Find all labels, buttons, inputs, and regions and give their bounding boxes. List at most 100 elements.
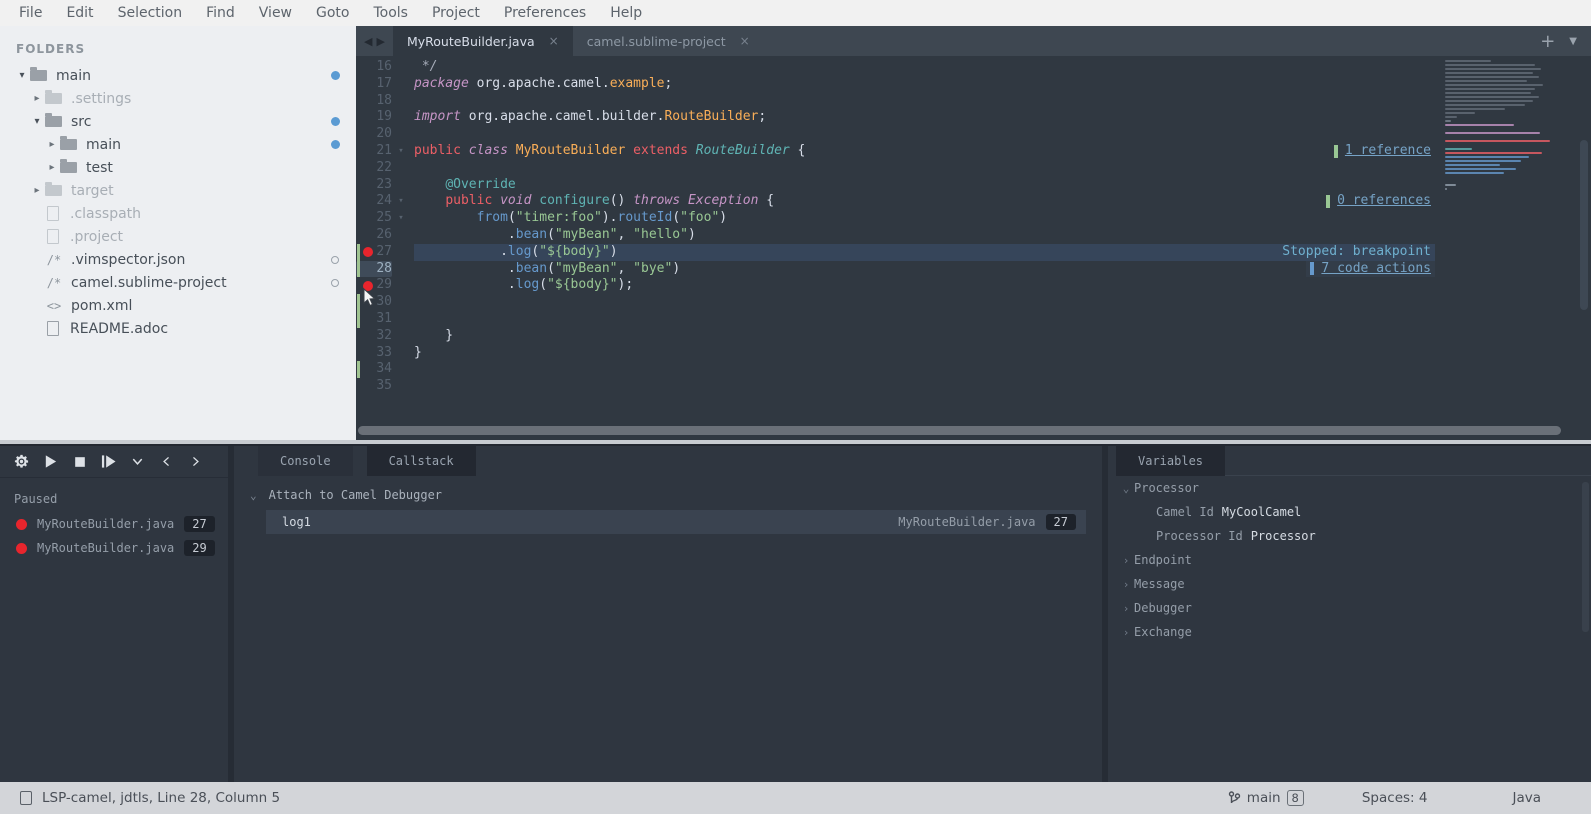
gutter-line-18[interactable]: 18 — [356, 93, 414, 110]
tab-overflow-icon[interactable]: ▼ — [1569, 36, 1577, 47]
fold-arrow-icon[interactable]: ▾ — [392, 193, 410, 210]
annotation-ref[interactable]: 1 reference — [1330, 143, 1435, 160]
fold-arrow-icon[interactable]: ▾ — [392, 210, 410, 227]
code-line-text[interactable]: import org.apache.camel.builder.RouteBui… — [414, 109, 1435, 126]
expand-icon[interactable]: ▸ — [29, 185, 45, 196]
indentation-status[interactable]: Spaces: 4 — [1362, 790, 1428, 806]
sidebar-item--project[interactable]: .project — [0, 225, 356, 248]
sidebar-item-main[interactable]: ▾main — [0, 64, 356, 87]
menu-find[interactable]: Find — [195, 3, 246, 23]
gear-icon[interactable] — [12, 452, 31, 471]
menu-edit[interactable]: Edit — [55, 3, 104, 23]
gutter-line-28[interactable]: 28 — [356, 261, 414, 278]
code-line-text[interactable]: .log("${body}"); — [414, 277, 1435, 294]
variable-endpoint[interactable]: ›Endpoint — [1108, 548, 1591, 572]
annotation-actions[interactable]: 7 code actions — [1306, 261, 1435, 278]
menu-tools[interactable]: Tools — [362, 3, 419, 23]
code-line-text[interactable]: from("timer:foo").routeId("foo") — [414, 210, 1435, 227]
gutter-line-27[interactable]: 27 — [356, 244, 414, 261]
gutter-line-17[interactable]: 17 — [356, 76, 414, 93]
gutter-line-32[interactable]: 32 — [356, 328, 414, 345]
annotation-ref[interactable]: 0 references — [1322, 193, 1435, 210]
syntax-status[interactable]: Java — [1512, 790, 1541, 806]
gutter-line-20[interactable]: 20 — [356, 126, 414, 143]
code-line-text[interactable]: public void configure() throws Exception… — [414, 193, 1435, 210]
code-line-text[interactable]: } — [414, 328, 1435, 345]
chevron-left-icon[interactable] — [157, 452, 176, 471]
gutter-line-35[interactable]: 35 — [356, 378, 414, 395]
menu-project[interactable]: Project — [421, 3, 491, 23]
variable-message[interactable]: ›Message — [1108, 572, 1591, 596]
menu-file[interactable]: File — [8, 3, 53, 23]
gutter-line-31[interactable]: 31 — [356, 311, 414, 328]
tab-myroutebuilder-java[interactable]: MyRouteBuilder.java× — [393, 26, 573, 56]
sidebar-item--settings[interactable]: ▸.settings — [0, 87, 356, 110]
annotation-link[interactable]: 1 reference — [1345, 143, 1431, 160]
variable-field-processor-id[interactable]: Processor IdProcessor — [1108, 524, 1591, 548]
step-over-icon[interactable] — [99, 452, 118, 471]
menu-view[interactable]: View — [248, 3, 303, 23]
close-icon[interactable]: × — [549, 34, 559, 48]
sidebar-toggle-icon[interactable] — [20, 791, 32, 805]
variables-scrollbar[interactable] — [1582, 482, 1589, 632]
menu-preferences[interactable]: Preferences — [493, 3, 597, 23]
fold-arrow-icon[interactable]: ▾ — [392, 143, 410, 160]
expand-icon[interactable]: ▸ — [44, 162, 60, 173]
code-line-text[interactable] — [414, 93, 1435, 110]
breakpoint-entry[interactable]: MyRouteBuilder.java29 — [0, 536, 228, 560]
code-line-text[interactable] — [414, 378, 1435, 395]
gutter-line-34[interactable]: 34 — [356, 361, 414, 378]
editor-horizontal-scrollbar[interactable] — [356, 424, 1591, 440]
sidebar-item-target[interactable]: ▸target — [0, 179, 356, 202]
tab-callstack[interactable]: Callstack — [367, 446, 476, 476]
code-line-text[interactable] — [414, 294, 1435, 311]
minimap[interactable] — [1445, 60, 1573, 200]
variable-processor[interactable]: ⌄Processor — [1108, 476, 1591, 500]
sidebar-item-src[interactable]: ▾src — [0, 110, 356, 133]
menu-goto[interactable]: Goto — [305, 3, 360, 23]
code-editor[interactable]: 16 */17package org.apache.camel.example;… — [356, 56, 1591, 424]
gutter-line-33[interactable]: 33 — [356, 345, 414, 362]
code-line-text[interactable] — [414, 160, 1435, 177]
gutter-line-23[interactable]: 23 — [356, 177, 414, 194]
sidebar-item-test[interactable]: ▸test — [0, 156, 356, 179]
code-line-text[interactable]: @Override — [414, 177, 1435, 194]
code-line-text[interactable] — [414, 311, 1435, 328]
expand-icon[interactable]: ▸ — [44, 139, 60, 150]
tab-scroll-right-icon[interactable]: ▶ — [376, 35, 384, 48]
code-line-text[interactable]: .bean("myBean", "hello") — [414, 227, 1435, 244]
code-line-text[interactable]: */ — [414, 59, 1435, 76]
chevron-right-icon[interactable] — [186, 452, 205, 471]
variable-field-camel-id[interactable]: Camel IdMyCoolCamel — [1108, 500, 1591, 524]
annotation-link[interactable]: 7 code actions — [1321, 261, 1431, 278]
callstack-frame[interactable]: log1MyRouteBuilder.java27 — [266, 510, 1086, 534]
tab-scroll-left-icon[interactable]: ◀ — [364, 35, 372, 48]
tab-camel-sublime-project[interactable]: camel.sublime-project× — [573, 26, 764, 56]
gutter-line-25[interactable]: 25▾ — [356, 210, 414, 227]
sidebar-item--classpath[interactable]: .classpath — [0, 202, 356, 225]
sidebar-item-camel-sublime-project[interactable]: /*camel.sublime-project — [0, 271, 356, 294]
code-line-text[interactable]: .bean("myBean", "bye")7 code actions — [414, 261, 1435, 278]
tab-console[interactable]: Console — [258, 446, 353, 476]
gutter-line-22[interactable]: 22 — [356, 160, 414, 177]
collapse-icon[interactable]: ▾ — [14, 70, 30, 81]
sidebar-item-main[interactable]: ▸main — [0, 133, 356, 156]
annotation-link[interactable]: 0 references — [1337, 193, 1431, 210]
gutter-line-16[interactable]: 16 — [356, 59, 414, 76]
code-line-text[interactable] — [414, 361, 1435, 378]
variable-debugger[interactable]: ›Debugger — [1108, 596, 1591, 620]
git-branch-status[interactable]: main 8 — [1228, 790, 1304, 806]
sidebar-item-pom-xml[interactable]: <>pom.xml — [0, 294, 356, 317]
code-line-text[interactable]: public class MyRouteBuilder extends Rout… — [414, 143, 1435, 160]
gutter-line-26[interactable]: 26 — [356, 227, 414, 244]
gutter-line-19[interactable]: 19 — [356, 109, 414, 126]
collapse-icon[interactable]: ▾ — [29, 116, 45, 127]
gutter-line-21[interactable]: 21▾ — [356, 143, 414, 160]
stop-icon[interactable] — [70, 452, 89, 471]
editor-vertical-scrollbar[interactable] — [1580, 140, 1588, 310]
variable-exchange[interactable]: ›Exchange — [1108, 620, 1591, 644]
callstack-thread[interactable]: ⌄ Attach to Camel Debugger — [234, 476, 1102, 510]
code-line-text[interactable]: .log("${body}")Stopped: breakpoint — [414, 244, 1435, 261]
menu-selection[interactable]: Selection — [107, 3, 194, 23]
sidebar-item--vimspector-json[interactable]: /*.vimspector.json — [0, 248, 356, 271]
